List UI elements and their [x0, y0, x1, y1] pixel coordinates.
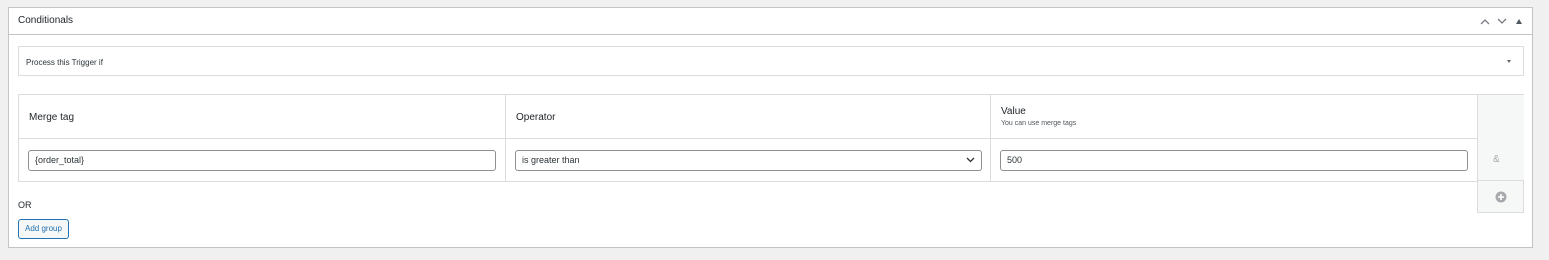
conditions-table: Merge tag Operator Value You can use mer… [18, 94, 1524, 182]
column-divider [990, 95, 991, 181]
and-condition-button[interactable]: & [1493, 154, 1500, 165]
column-divider [505, 95, 506, 181]
panel-controls [1478, 13, 1526, 29]
move-down-button[interactable] [1495, 13, 1509, 29]
table-header-row [19, 95, 1523, 139]
conditionals-panel: Conditionals Process this Trigger if Mer… [8, 7, 1533, 248]
value-header: Value [1001, 106, 1026, 117]
value-input[interactable]: 500 [1000, 150, 1468, 171]
trigger-condition-value: Process this Trigger if [26, 58, 103, 67]
merge-tag-input[interactable]: {order_total} [28, 150, 496, 171]
row-actions-column [1478, 95, 1524, 181]
operator-select-value: is greater than [522, 155, 580, 165]
trigger-condition-select[interactable]: Process this Trigger if [18, 46, 1524, 76]
toggle-panel-button[interactable] [1512, 13, 1526, 29]
operator-select[interactable]: is greater than [515, 150, 982, 171]
add-condition-button[interactable] [1477, 180, 1524, 213]
move-up-button[interactable] [1478, 13, 1492, 29]
panel-header: Conditionals [9, 8, 1532, 35]
caret-down-icon [1507, 60, 1511, 63]
value-header-hint: You can use merge tags [1001, 120, 1077, 127]
chevron-down-icon [966, 157, 975, 163]
merge-tag-header: Merge tag [29, 112, 75, 123]
or-label: OR [18, 200, 32, 210]
panel-title: Conditionals [18, 15, 74, 26]
triangle-up-icon [1516, 18, 1522, 24]
chevron-up-icon [1480, 18, 1490, 24]
operator-header: Operator [516, 112, 556, 123]
chevron-down-icon [1497, 18, 1507, 24]
plus-circle-icon [1495, 191, 1507, 203]
add-group-button[interactable]: Add group [18, 219, 69, 239]
